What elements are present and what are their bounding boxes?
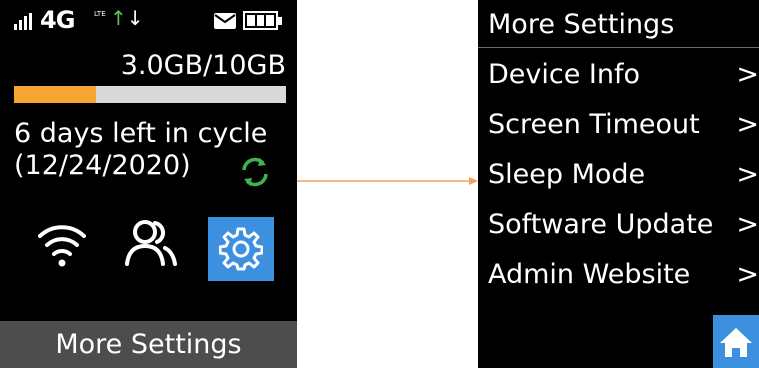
cycle-days-label: 6 days left in cycle (14, 118, 268, 149)
mail-icon (214, 13, 236, 29)
home-button[interactable] (713, 315, 759, 368)
page-title: More Settings (488, 9, 675, 40)
data-usage-bar-fill (14, 86, 96, 103)
more-settings-screen: More Settings Device Info > Screen Timeo… (478, 0, 759, 368)
data-usage-label: 3.0GB/10GB (120, 50, 286, 81)
menu-item-label: Software Update (488, 209, 714, 240)
menu-item-software-update[interactable]: Software Update > (488, 202, 759, 248)
menu-item-admin-website[interactable]: Admin Website > (488, 252, 759, 298)
cycle-date-label: (12/24/2020) (14, 150, 191, 181)
data-transfer-icon: ↑↓ (110, 6, 144, 30)
data-usage-bar (14, 86, 286, 103)
menu-item-label: Screen Timeout (488, 109, 700, 140)
hotspot-home-screen: 4G LTE ↑↓ 3.0GB/10GB 6 days left in cycl… (0, 0, 297, 368)
menu-item-label: Sleep Mode (488, 159, 646, 190)
chevron-right-icon: > (736, 159, 759, 190)
menu-item-label: Device Info (488, 59, 641, 90)
menu-item-label: Admin Website (488, 259, 691, 290)
battery-icon (243, 11, 282, 30)
chevron-right-icon: > (736, 109, 759, 140)
network-sub-label: LTE (94, 10, 106, 18)
menu-item-sleep-mode[interactable]: Sleep Mode > (488, 152, 759, 198)
signal-bars-icon (14, 13, 32, 30)
status-bar: 4G LTE ↑↓ (14, 4, 286, 40)
home-icon (720, 327, 752, 357)
menu-item-device-info[interactable]: Device Info > (488, 52, 759, 98)
navigation-arrow (297, 177, 478, 185)
chevron-right-icon: > (736, 259, 759, 290)
more-settings-bar[interactable]: More Settings (0, 321, 297, 368)
refresh-icon[interactable] (238, 156, 272, 188)
network-type-label: 4G (40, 6, 75, 34)
users-icon[interactable] (123, 218, 179, 270)
menu-item-screen-timeout[interactable]: Screen Timeout > (488, 102, 759, 148)
settings-button[interactable] (208, 217, 274, 281)
gear-icon (219, 227, 263, 271)
title-divider (478, 47, 759, 48)
chevron-right-icon: > (736, 59, 759, 90)
wifi-icon[interactable] (36, 218, 88, 270)
chevron-right-icon: > (736, 209, 759, 240)
